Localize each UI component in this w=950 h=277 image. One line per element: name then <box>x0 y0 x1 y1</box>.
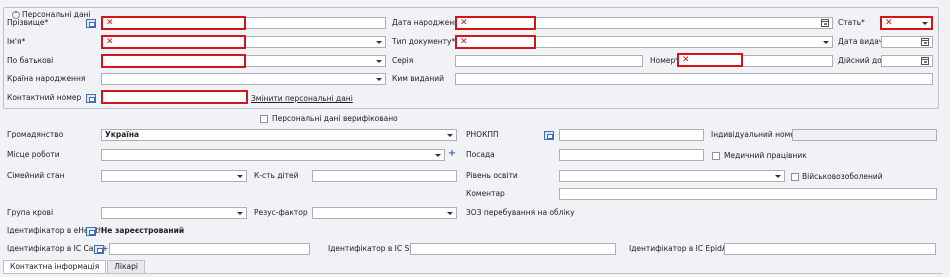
issue-date-field[interactable] <box>881 36 933 48</box>
workplace-select[interactable] <box>101 149 445 161</box>
education-select[interactable] <box>559 170 785 182</box>
required-error-icon: ✕ <box>682 55 690 65</box>
birth-country-label: Країна народження <box>7 74 86 83</box>
copy-icon[interactable] <box>544 131 554 140</box>
patronymic-dropdown-tail[interactable] <box>246 55 386 67</box>
rnokpp-label: РНОКПП <box>466 130 499 139</box>
military-checkbox[interactable] <box>791 173 799 181</box>
rh-select[interactable] <box>312 207 457 219</box>
ic-epidaids-field[interactable] <box>724 243 936 255</box>
contact-phone-field[interactable] <box>101 90 248 104</box>
name-dropdown-tail[interactable] <box>246 36 386 48</box>
copy-icon[interactable] <box>86 19 96 28</box>
ehealth-status: Не зареєстрований <box>101 226 185 235</box>
number-field-tail[interactable] <box>743 55 833 67</box>
comment-label: Коментар <box>466 189 505 198</box>
verified-checkbox[interactable] <box>260 115 268 123</box>
workplace-label: Місце роботи <box>7 150 60 159</box>
blood-group-select[interactable] <box>101 207 247 219</box>
calendar-icon[interactable] <box>921 38 929 46</box>
contact-phone-label: Контактний номер <box>7 93 82 102</box>
number-label: Номер* <box>650 56 680 65</box>
rh-label: Резус-фактор <box>254 208 308 217</box>
comment-field[interactable] <box>559 188 937 200</box>
zoz-label: ЗОЗ перебування на обліку <box>466 208 575 217</box>
chevron-down-icon[interactable] <box>822 37 830 47</box>
chevron-down-icon[interactable] <box>434 150 442 160</box>
chevron-down-icon[interactable] <box>446 130 454 140</box>
medical-worker-checkbox[interactable] <box>712 152 720 160</box>
blood-group-label: Група крові <box>7 208 54 217</box>
required-error-icon: ✕ <box>885 18 893 28</box>
required-error-icon: ✕ <box>106 18 114 28</box>
position-field[interactable] <box>559 149 704 161</box>
chevron-down-icon[interactable] <box>375 37 383 47</box>
copy-icon[interactable] <box>86 227 96 236</box>
patronymic-field[interactable] <box>101 54 246 68</box>
chevron-down-icon[interactable] <box>375 74 383 84</box>
calendar-icon[interactable] <box>921 57 929 65</box>
issue-date-label: Дата видачі <box>838 37 886 46</box>
education-label: Рівень освіти <box>466 171 518 180</box>
issued-by-field[interactable] <box>455 73 933 85</box>
marital-select[interactable] <box>101 170 247 182</box>
bottom-tabs: Контактна інформація Лікарі <box>3 260 146 274</box>
position-label: Посада <box>466 150 495 159</box>
marital-label: Сімейний стан <box>7 171 65 180</box>
required-error-icon: ✕ <box>460 37 468 47</box>
citizenship-label: Громадянство <box>7 130 64 139</box>
patronymic-label: По батькові <box>7 56 54 65</box>
valid-until-label: Дійсний до <box>838 56 882 65</box>
chevron-down-icon[interactable] <box>446 208 454 218</box>
citizenship-value: Україна <box>105 130 140 139</box>
medical-worker-label: Медичний працівник <box>724 151 807 160</box>
calendar-icon[interactable] <box>821 19 829 27</box>
issued-by-label: Ким виданий <box>392 74 444 83</box>
chevron-down-icon[interactable] <box>236 171 244 181</box>
birth-date-tail[interactable] <box>536 17 833 29</box>
number-field[interactable]: ✕ <box>677 53 743 67</box>
citizenship-select[interactable]: Україна <box>101 129 457 141</box>
military-label: Військовозоболений <box>802 172 883 181</box>
tab-contact-info[interactable]: Контактна інформація <box>3 260 107 274</box>
birth-date-field[interactable]: ✕ <box>455 16 536 30</box>
children-label: К-сть дітей <box>254 171 299 180</box>
chevron-down-icon[interactable] <box>236 208 244 218</box>
surname-field-tail[interactable] <box>246 17 386 29</box>
required-error-icon: ✕ <box>460 18 468 28</box>
required-error-icon: ✕ <box>106 37 114 47</box>
verified-label: Персональні дані верифіковано <box>272 114 398 123</box>
surname-field[interactable]: ✕ <box>101 16 246 30</box>
phone-book-icon[interactable] <box>86 94 96 103</box>
sex-label: Стать* <box>838 18 865 27</box>
sex-select[interactable]: ✕ <box>880 16 933 30</box>
valid-until-field[interactable] <box>881 55 933 67</box>
copy-icon[interactable] <box>94 245 104 254</box>
birth-country-select[interactable] <box>101 73 386 85</box>
ic-syrex-field[interactable] <box>410 243 616 255</box>
surname-label: Прізвище* <box>7 18 49 27</box>
chevron-down-icon[interactable] <box>375 56 383 66</box>
individual-number-label: Індивідуальний номер <box>711 130 800 139</box>
individual-number-field <box>792 129 937 141</box>
tab-divider <box>3 273 943 274</box>
name-field[interactable]: ✕ <box>101 35 246 49</box>
children-field[interactable] <box>312 170 457 182</box>
add-workplace-icon[interactable]: + <box>447 149 457 159</box>
series-field[interactable] <box>455 55 643 67</box>
chevron-down-icon[interactable] <box>921 18 929 28</box>
tab-doctors[interactable]: Лікарі <box>107 260 145 274</box>
doc-type-label: Тип документу* <box>392 37 456 46</box>
doc-type-field[interactable]: ✕ <box>455 35 536 49</box>
chevron-down-icon[interactable] <box>774 171 782 181</box>
change-personal-data-link[interactable]: Змінити персональні дані <box>251 94 353 103</box>
name-label: Ім'я* <box>7 37 26 46</box>
doc-type-dropdown-tail[interactable] <box>536 36 833 48</box>
series-label: Серія <box>392 56 414 65</box>
ic-case-field[interactable] <box>109 243 310 255</box>
rnokpp-field[interactable] <box>559 129 704 141</box>
